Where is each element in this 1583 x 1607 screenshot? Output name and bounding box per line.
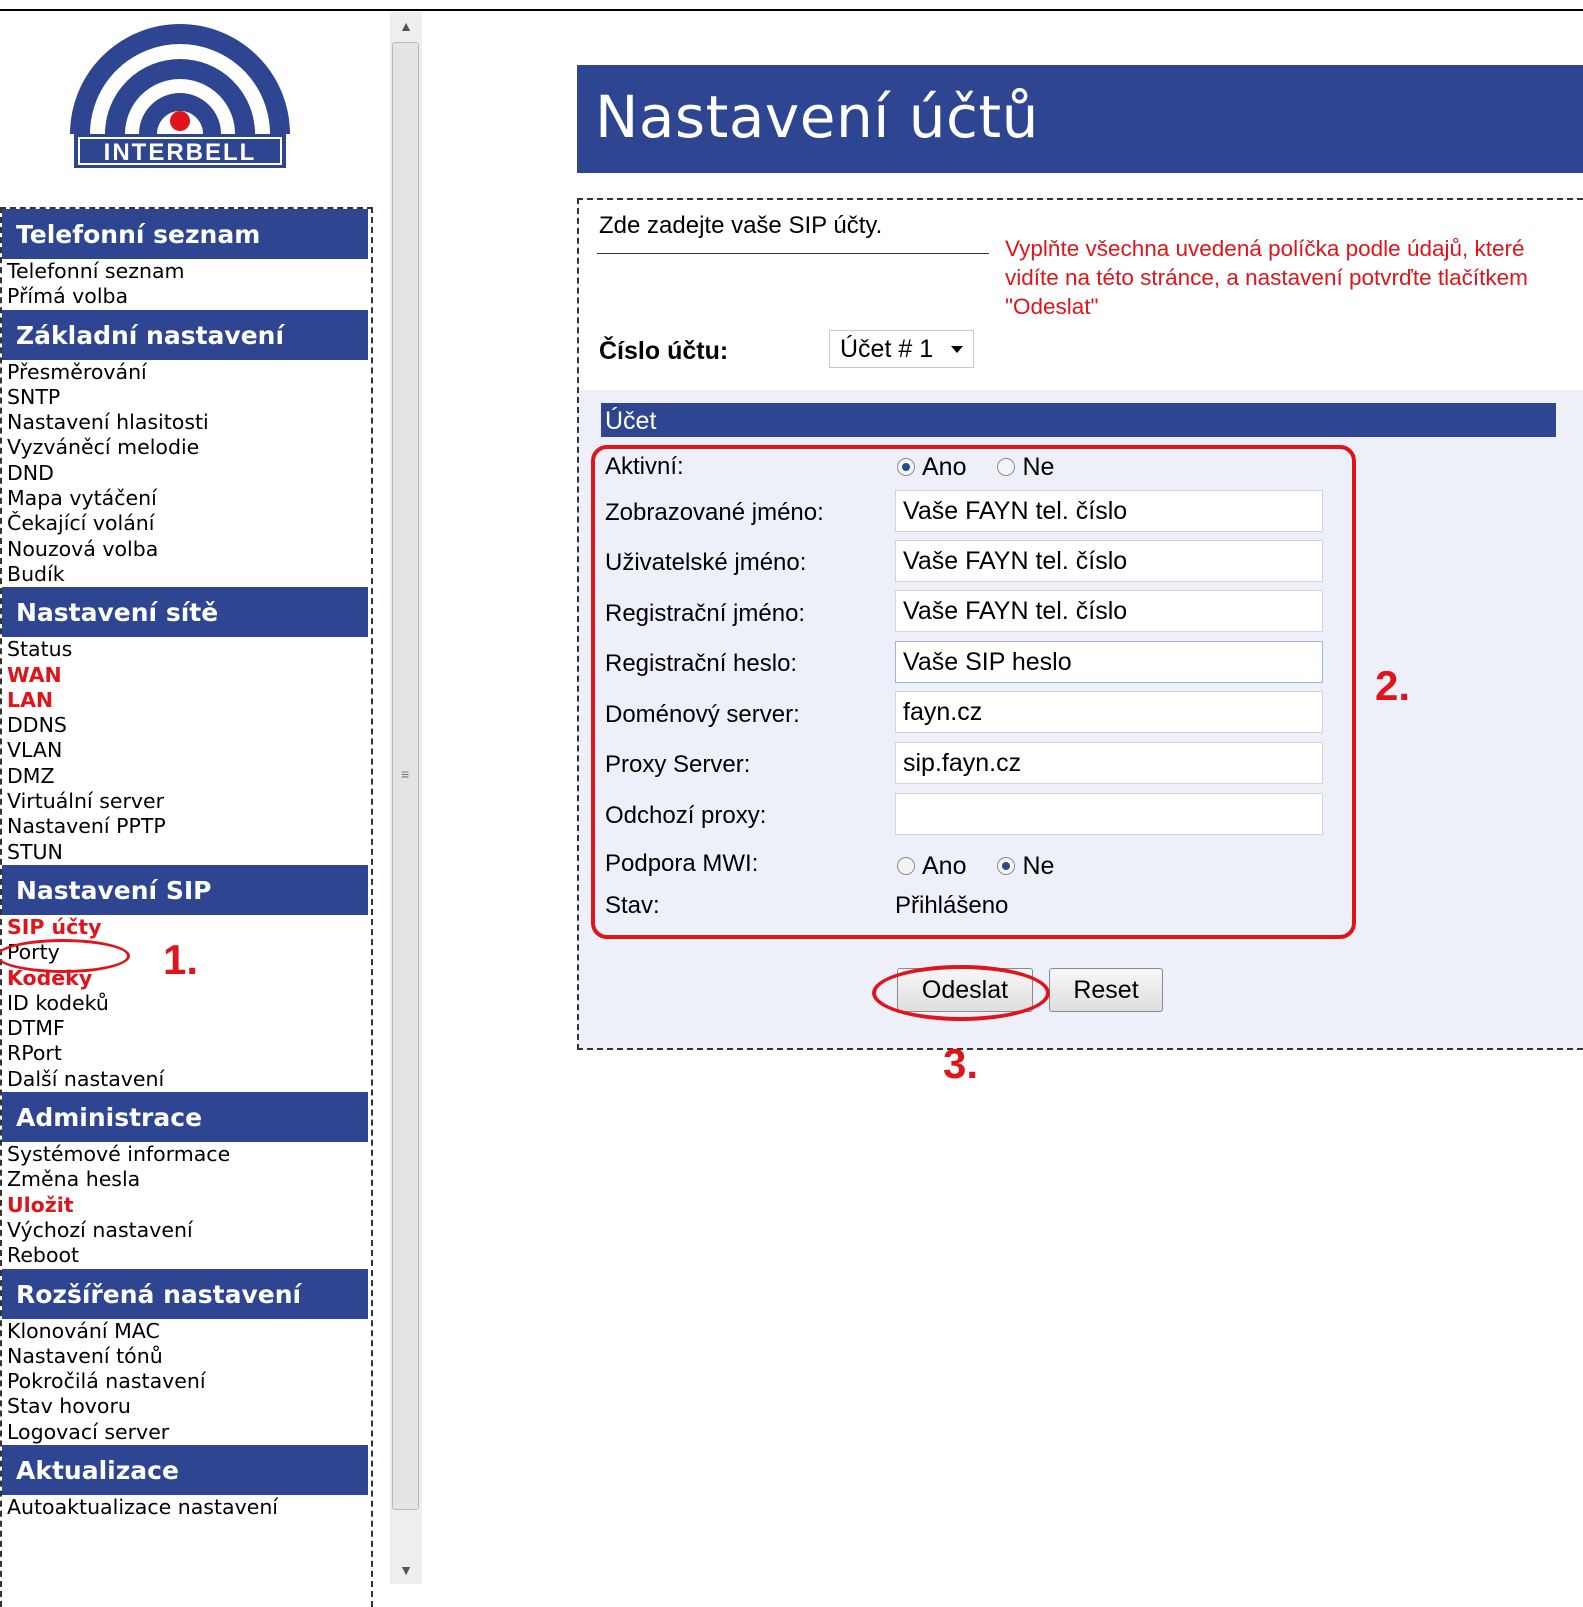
nav-section-header: Telefonní seznam (2, 209, 368, 259)
sidebar-item[interactable]: Čekající volání (2, 511, 368, 536)
scroll-down-arrow-icon[interactable]: ▼ (390, 1556, 422, 1584)
reset-button[interactable]: Reset (1049, 968, 1163, 1012)
scroll-up-arrow-icon[interactable]: ▲ (390, 12, 422, 40)
logo-text: INTERBELL (104, 139, 257, 166)
step-2-label: 2. (1375, 662, 1411, 709)
sidebar-item[interactable]: RPort (2, 1041, 368, 1066)
sidebar-item[interactable]: Mapa vytáčení (2, 486, 368, 511)
sidebar-item[interactable]: SNTP (2, 385, 368, 410)
nav-section-header: Rozšířená nastavení (2, 1268, 368, 1319)
sidebar-item[interactable]: Pokročilá nastavení (2, 1369, 368, 1394)
sidebar-item[interactable]: Systémové informace (2, 1142, 368, 1167)
intro-box: Zde zadejte vaše SIP účty. Číslo účtu: Ú… (579, 200, 989, 390)
account-number-value: Účet # 1 (840, 335, 934, 363)
sidebar-item[interactable]: Telefonní seznam (2, 259, 368, 284)
sidebar-item[interactable]: DTMF (2, 1016, 368, 1041)
sidebar-item[interactable]: Status (2, 637, 368, 662)
step-3-label: 3. (943, 1040, 979, 1087)
nav-section: Aktualizace Autoaktualizace nastavení (2, 1444, 368, 1520)
account-number-select[interactable]: Účet # 1 (829, 330, 974, 368)
nav-section: Telefonní seznam Telefonní seznam Přímá vo… (2, 209, 368, 310)
sidebar-item[interactable]: Změna hesla (2, 1167, 368, 1192)
nav-section-header: Nastavení SIP (2, 864, 368, 915)
sidebar-item[interactable]: WAN (2, 663, 368, 688)
sidebar-item[interactable]: Logovací server (2, 1420, 368, 1445)
sidebar-item[interactable]: Přímá volba (2, 284, 368, 309)
nav-section-header: Nastavení sítě (2, 587, 368, 638)
sidebar-nav: Telefonní seznam Telefonní seznam Přímá vo… (0, 207, 373, 1607)
sidebar-item[interactable]: Budík (2, 562, 368, 587)
sidebar-item[interactable]: VLAN (2, 738, 368, 763)
sidebar-item[interactable]: DMZ (2, 764, 368, 789)
grip-icon: ≡ (401, 766, 410, 782)
sidebar-item[interactable]: Stav hovoru (2, 1394, 368, 1419)
sidebar-item[interactable]: LAN (2, 688, 368, 713)
section-header-account: Účet (601, 403, 1556, 437)
sidebar-item[interactable]: Nastavení PPTP (2, 814, 368, 839)
submit-highlight-ellipse (872, 965, 1050, 1021)
step-1-label: 1. (163, 936, 199, 983)
sidebar-item[interactable]: Výchozí nastavení (2, 1218, 368, 1243)
nav-section: Rozšířená nastavení Klonování MAC Nastaven… (2, 1268, 368, 1445)
sidebar-item[interactable]: Klonování MAC (2, 1319, 368, 1344)
instruction-note: Vyplňte všechna uvedená políčka podle úd… (1005, 236, 1528, 319)
sip-accounts-highlight-ellipse (0, 939, 130, 973)
sidebar-item[interactable]: Přesměrování (2, 360, 368, 385)
nav-section-header: Základní nastavení (2, 309, 368, 360)
intro-text: Zde zadejte vaše SIP účty. (599, 212, 883, 239)
nav-section: Základní nastavení Přesměrování SNTP Nastav… (2, 309, 368, 588)
sidebar-item[interactable]: Další nastavení (2, 1067, 368, 1092)
nav-section: Administrace Systémové informace Změna hes… (2, 1092, 368, 1268)
sidebar-item[interactable]: STUN (2, 840, 368, 865)
sidebar-item[interactable]: ID kodeků (2, 991, 368, 1016)
intro-divider (597, 253, 989, 254)
note-box: Vyplňte všechna uvedená políčka podle úd… (989, 200, 1583, 390)
sidebar-item[interactable]: Nouzová volba (2, 537, 368, 562)
sidebar-item[interactable]: Virtuální server (2, 789, 368, 814)
scroll-thumb[interactable]: ≡ (392, 42, 419, 1510)
account-settings-panel: Zde zadejte vaše SIP účty. Číslo účtu: Ú… (577, 198, 1583, 1050)
page-title-bar: Nastavení účtů (577, 65, 1583, 173)
sidebar-item[interactable]: DDNS (2, 713, 368, 738)
nav-section-header: Administrace (2, 1092, 368, 1143)
sidebar-item[interactable]: Uložit (2, 1193, 368, 1218)
sidebar-item[interactable]: Nastavení tónů (2, 1344, 368, 1369)
vertical-scrollbar[interactable]: ▲ ≡ ▼ (390, 12, 422, 1584)
sidebar-item[interactable]: DND (2, 461, 368, 486)
nav-section: Nastavení sítě Status WAN LAN DDNS VLAN DMZ Vir… (2, 587, 368, 865)
interbell-logo: INTERBELL (70, 16, 290, 172)
fields-highlight-rectangle (591, 445, 1356, 939)
window-top-border (0, 0, 1583, 11)
page-title: Nastavení účtů (595, 83, 1039, 151)
sidebar-item[interactable]: Reboot (2, 1243, 368, 1268)
nav-section-header: Aktualizace (2, 1444, 368, 1495)
chevron-down-icon (951, 346, 963, 353)
sidebar-item[interactable]: Autoaktualizace nastavení (2, 1495, 368, 1520)
account-number-label: Číslo účtu: (599, 337, 729, 365)
sidebar-item[interactable]: Vyzváněcí melodie (2, 435, 368, 460)
sidebar-item[interactable]: Nastavení hlasitosti (2, 410, 368, 435)
